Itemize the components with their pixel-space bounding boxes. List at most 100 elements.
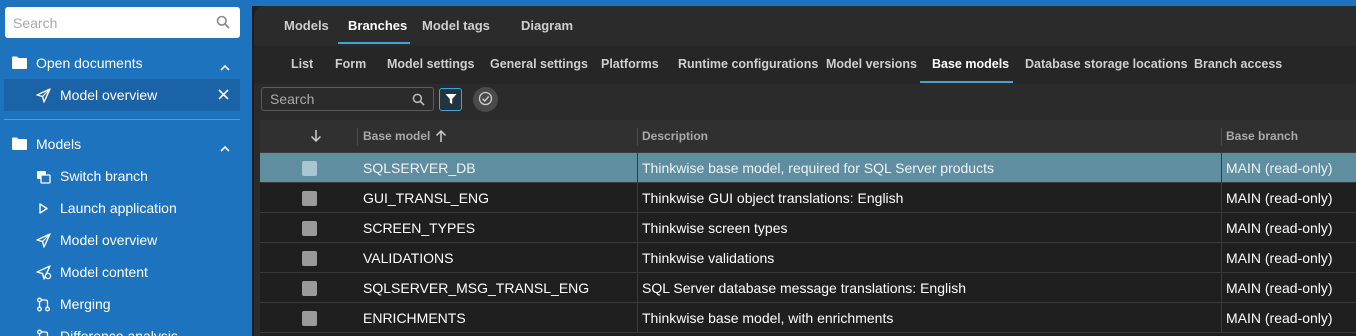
tab-platforms[interactable]: Platforms bbox=[601, 57, 659, 71]
tab-general-settings[interactable]: General settings bbox=[490, 57, 588, 71]
tab-diagram[interactable]: Diagram bbox=[521, 18, 573, 33]
open-doc-model-overview[interactable]: Model overview bbox=[4, 79, 240, 111]
base-models-grid: Base model Description Base branch SQLSE… bbox=[260, 120, 1356, 336]
row-checkbox[interactable] bbox=[302, 221, 317, 236]
column-separator bbox=[637, 153, 638, 183]
row-checkbox[interactable] bbox=[302, 311, 317, 326]
cell-base-model: SQLSERVER_DB bbox=[363, 160, 476, 176]
sort-up-arrow-icon[interactable] bbox=[435, 129, 447, 146]
tab-model-settings[interactable]: Model settings bbox=[387, 57, 475, 71]
sidebar-item-label: Model overview bbox=[60, 232, 158, 248]
column-header-description[interactable]: Description bbox=[642, 129, 708, 143]
column-separator bbox=[637, 243, 638, 273]
section-models[interactable]: Models bbox=[0, 130, 252, 158]
cell-base-branch: MAIN (read-only) bbox=[1226, 280, 1333, 296]
table-row[interactable]: SCREEN_TYPES Thinkwise screen types MAIN… bbox=[260, 213, 1356, 243]
cell-base-model: GUI_TRANSL_ENG bbox=[363, 190, 490, 206]
table-row[interactable]: SQLSERVER_MSG_TRANSL_ENG SQL Server data… bbox=[260, 273, 1356, 303]
cell-base-branch: MAIN (read-only) bbox=[1226, 220, 1333, 236]
tab-model-versions[interactable]: Model versions bbox=[826, 57, 917, 71]
cell-base-branch: MAIN (read-only) bbox=[1226, 160, 1333, 176]
sidebar-divider bbox=[4, 119, 240, 120]
sidebar-item-label: Switch branch bbox=[60, 168, 148, 184]
send-icon bbox=[36, 233, 51, 251]
row-checkbox[interactable] bbox=[302, 161, 317, 176]
tab-models[interactable]: Models bbox=[284, 18, 329, 33]
table-row[interactable]: ENRICHMENTS Thinkwise base model, with e… bbox=[260, 303, 1356, 333]
column-separator bbox=[1221, 128, 1222, 146]
sidebar: Open documents Model overview Models Swi… bbox=[0, 0, 252, 336]
column-separator bbox=[357, 128, 358, 146]
main-panel: Models Branches Model tags Diagram List … bbox=[254, 6, 1356, 336]
sidebar-item-launch-application[interactable]: Launch application bbox=[4, 192, 240, 224]
column-header-base-branch[interactable]: Base branch bbox=[1226, 129, 1298, 143]
row-checkbox[interactable] bbox=[302, 251, 317, 266]
tab-model-tags[interactable]: Model tags bbox=[422, 18, 490, 33]
difference-icon bbox=[36, 329, 51, 336]
column-separator bbox=[1221, 183, 1222, 213]
switch-branch-icon bbox=[36, 169, 51, 187]
column-separator bbox=[637, 183, 638, 213]
grid-search[interactable] bbox=[261, 87, 434, 111]
sidebar-item-model-content[interactable]: Model content bbox=[4, 256, 240, 288]
table-row[interactable]: GUI_TRANSL_ENG Thinkwise GUI object tran… bbox=[260, 183, 1356, 213]
row-checkbox[interactable] bbox=[302, 191, 317, 206]
sidebar-search[interactable] bbox=[5, 7, 240, 38]
check-circle-icon bbox=[478, 91, 493, 109]
cell-description: Thinkwise screen types bbox=[642, 220, 788, 236]
folder-icon bbox=[12, 137, 27, 153]
top-tab-bar: Models Branches Model tags Diagram bbox=[254, 6, 1356, 44]
search-icon bbox=[216, 15, 230, 32]
cell-description: Thinkwise base model, with enrichments bbox=[642, 310, 894, 326]
column-separator bbox=[637, 213, 638, 243]
cell-base-model: SQLSERVER_MSG_TRANSL_ENG bbox=[363, 280, 590, 296]
tab-base-models[interactable]: Base models bbox=[932, 57, 1009, 71]
tab-form[interactable]: Form bbox=[335, 57, 366, 71]
column-separator bbox=[1221, 303, 1222, 333]
grid-search-input[interactable] bbox=[262, 88, 402, 110]
grid-header: Base model Description Base branch bbox=[260, 120, 1356, 153]
tab-database-storage-locations[interactable]: Database storage locations bbox=[1025, 57, 1188, 71]
table-row[interactable]: SQLSERVER_DB Thinkwise base model, requi… bbox=[260, 153, 1356, 183]
tab-list[interactable]: List bbox=[291, 57, 313, 71]
search-icon bbox=[412, 93, 425, 109]
column-separator bbox=[637, 273, 638, 303]
cell-base-branch: MAIN (read-only) bbox=[1226, 310, 1333, 326]
cell-description: Thinkwise validations bbox=[642, 250, 775, 266]
sidebar-item-switch-branch[interactable]: Switch branch bbox=[4, 160, 240, 192]
check-circle-button[interactable] bbox=[473, 87, 498, 112]
tab-branch-access[interactable]: Branch access bbox=[1194, 57, 1282, 71]
grid-toolbar bbox=[254, 84, 1356, 120]
active-tab-indicator bbox=[338, 42, 410, 44]
row-checkbox[interactable] bbox=[302, 281, 317, 296]
sidebar-item-label: Merging bbox=[60, 296, 111, 312]
column-separator bbox=[1221, 243, 1222, 273]
column-separator bbox=[637, 128, 638, 146]
sub-tab-bar: List Form Model settings General setting… bbox=[254, 46, 1356, 84]
chevron-up-icon[interactable] bbox=[220, 58, 230, 74]
filter-button[interactable] bbox=[439, 88, 462, 111]
section-label: Open documents bbox=[36, 55, 143, 71]
sort-down-arrow-icon[interactable] bbox=[310, 129, 322, 146]
cell-base-model: VALIDATIONS bbox=[363, 250, 454, 266]
sidebar-search-input[interactable] bbox=[5, 7, 205, 38]
cell-base-model: ENRICHMENTS bbox=[363, 310, 466, 326]
section-open-documents[interactable]: Open documents bbox=[0, 49, 252, 77]
sidebar-item-label: Launch application bbox=[60, 200, 177, 216]
column-separator bbox=[1221, 213, 1222, 243]
sidebar-item-label: Model overview bbox=[60, 87, 158, 103]
section-label: Models bbox=[36, 136, 82, 152]
sidebar-item-model-overview[interactable]: Model overview bbox=[4, 224, 240, 256]
cell-base-model: SCREEN_TYPES bbox=[363, 220, 476, 236]
tab-branches[interactable]: Branches bbox=[348, 18, 407, 33]
sidebar-item-merging[interactable]: Merging bbox=[4, 288, 240, 320]
tab-runtime-configurations[interactable]: Runtime configurations bbox=[678, 57, 818, 71]
cell-base-branch: MAIN (read-only) bbox=[1226, 190, 1333, 206]
chevron-up-icon[interactable] bbox=[220, 139, 230, 155]
active-tab-indicator bbox=[920, 81, 1013, 83]
table-row[interactable]: VALIDATIONS Thinkwise validations MAIN (… bbox=[260, 243, 1356, 273]
merge-icon bbox=[36, 297, 51, 315]
close-icon[interactable] bbox=[217, 88, 230, 104]
column-header-base-model[interactable]: Base model bbox=[363, 129, 430, 143]
sidebar-item-difference-analysis[interactable]: Difference analysis bbox=[4, 320, 240, 336]
